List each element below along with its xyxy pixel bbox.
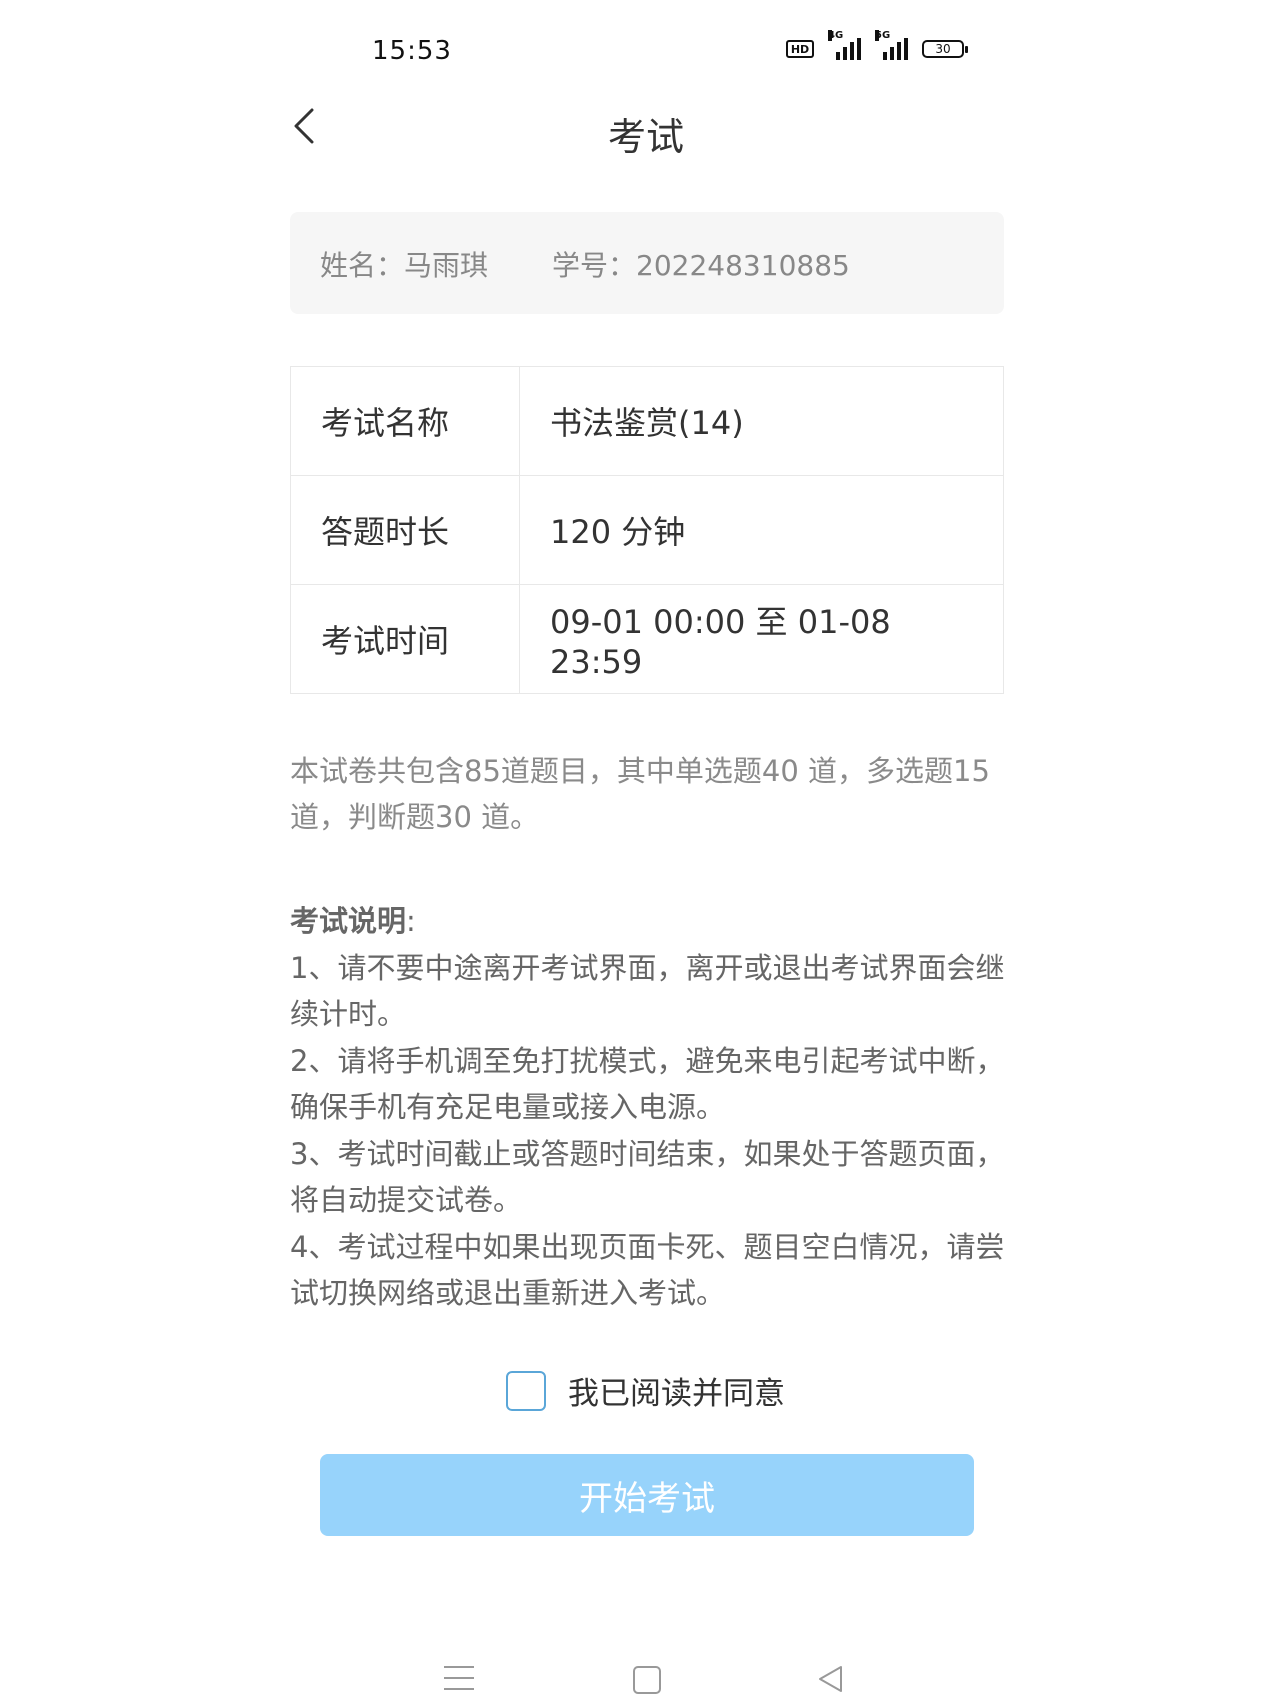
menu-icon-line [444,1677,474,1679]
start-exam-button[interactable]: 开始考试 [320,1454,974,1536]
table-row: 答题时长 120 分钟 [290,475,1004,585]
nav-home-button[interactable] [633,1666,661,1694]
exam-info-table: 考试名称 书法鉴赏(14) 答题时长 120 分钟 考试时间 09-01 00:… [290,366,1004,694]
battery-icon: 30 [922,40,968,58]
triangle-back-icon [819,1666,842,1692]
table-row: 考试时间 09-01 00:00 至 01-08 23:59 [290,584,1004,694]
menu-icon-line [444,1688,474,1690]
nav-back-button[interactable] [816,1664,846,1698]
agreement-row[interactable]: 我已阅读并同意 [506,1368,785,1413]
instructions-colon: : [406,904,416,938]
signal-4g-icon: 4G [828,30,861,60]
page-title: 考试 [607,115,684,159]
instruction-item: 3、考试时间截止或答题时间结束，如果处于答题页面，将自动提交试卷。 [290,1136,1005,1218]
question-summary: 本试卷共包含85道题目，其中单选题40 道，多选题15 道，判断题30 道。 [290,754,990,834]
battery-level: 30 [935,42,951,56]
id-label: 学号： [552,249,637,282]
student-name: 马雨琪 [404,249,489,282]
status-time: 15:53 [372,36,452,66]
instruction-item: 4、考试过程中如果出现页面卡死、题目空白情况，请尝试切换网络或退出重新进入考试。 [290,1229,1005,1311]
exam-time-value: 09-01 00:00 至 01-08 23:59 [519,584,1004,694]
exam-name-value: 书法鉴赏(14) [519,366,1004,476]
instruction-item: 2、请将手机调至免打扰模式，避免来电引起考试中断，确保手机有充足电量或接入电源。 [290,1043,1005,1125]
signal-5g-icon: 5G [875,30,908,60]
student-id: 202248310885 [636,249,850,282]
exam-time-label: 考试时间 [290,584,520,694]
agree-label[interactable]: 我已阅读并同意 [568,1368,785,1413]
name-label: 姓名： [320,249,405,282]
exam-name-label: 考试名称 [290,366,520,476]
hd-voice-icon: HD [786,40,814,58]
nav-menu-button[interactable] [444,1666,474,1699]
status-icons: HD 4G 5G 30 [786,30,968,60]
student-info: 姓名：马雨琪 学号：202248310885 [320,244,850,284]
duration-value: 120 分钟 [519,475,1004,585]
instructions-heading: 考试说明 [290,904,407,938]
instruction-item: 1、请不要中途离开考试界面，离开或退出考试界面会继续计时。 [290,950,1005,1032]
menu-icon-line [444,1666,474,1668]
agree-checkbox[interactable] [506,1370,546,1411]
duration-label: 答题时长 [290,475,520,585]
table-row: 考试名称 书法鉴赏(14) [290,366,1004,476]
exam-instructions: 考试说明: 1、请不要中途离开考试界面，离开或退出考试界面会继续计时。 2、请将… [290,898,1010,1317]
